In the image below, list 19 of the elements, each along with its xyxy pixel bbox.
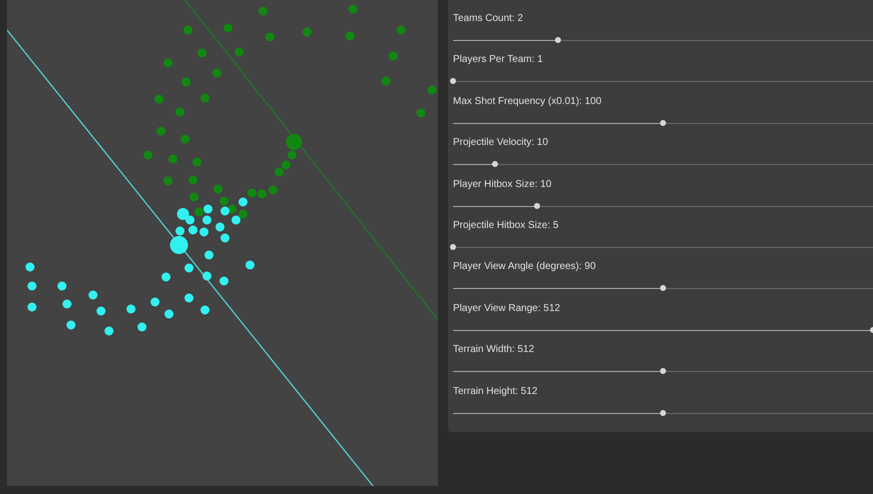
slider-thumb[interactable] bbox=[660, 410, 666, 416]
slider-label: Player View Range: 512 bbox=[453, 302, 560, 315]
slider-thumb[interactable] bbox=[660, 120, 666, 126]
slider-thumb[interactable] bbox=[555, 37, 561, 43]
slider-thumb[interactable] bbox=[492, 161, 498, 168]
slider-label: Terrain Height: 512 bbox=[453, 386, 538, 398]
slider-label: Terrain Width: 512 bbox=[453, 344, 534, 356]
slider-label: Max Shot Frequency (x0.01): 100 bbox=[453, 96, 602, 108]
slider-label: Player View Angle (degrees): 90 bbox=[453, 261, 596, 274]
slider-thumb[interactable] bbox=[450, 78, 456, 84]
slider-thumb[interactable] bbox=[534, 202, 540, 209]
slider-label: Teams Count: 2 bbox=[453, 13, 524, 25]
slider-thumb[interactable] bbox=[660, 285, 666, 292]
slider-label: Player Hitbox Size: 10 bbox=[453, 178, 552, 191]
slider-label: Projectile Velocity: 10 bbox=[453, 137, 548, 150]
slider-label: Players Per Team: 1 bbox=[453, 54, 543, 66]
slider-label: Projectile Hitbox Size: 5 bbox=[453, 220, 559, 232]
slider-thumb[interactable] bbox=[660, 368, 666, 374]
slider-thumb[interactable] bbox=[450, 244, 456, 250]
